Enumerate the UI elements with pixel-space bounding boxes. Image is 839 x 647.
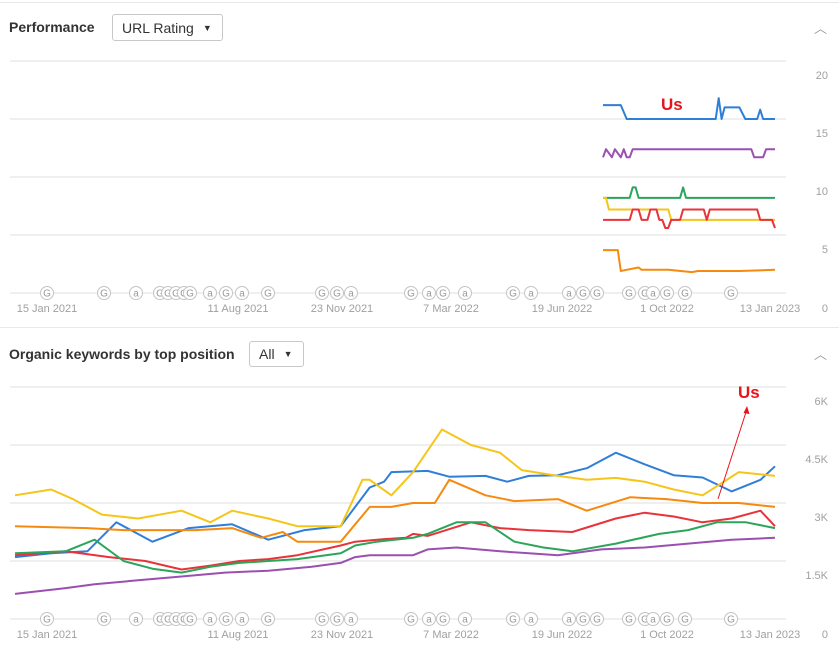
us-annotation-arrow (717, 408, 748, 500)
marker-label: a (133, 615, 139, 626)
marker-label: G (318, 615, 326, 626)
marker-label: a (528, 615, 534, 626)
marker-label: a (462, 289, 468, 300)
marker-label: a (528, 289, 534, 300)
series-line-us-blue (603, 97, 775, 120)
marker-label: G (625, 615, 633, 626)
series-line-purple (14, 536, 776, 595)
marker-label: G (579, 289, 587, 300)
marker-label: G (727, 615, 735, 626)
y-tick-label: 15 (816, 128, 828, 140)
y-tick-label: 0 (822, 303, 828, 315)
marker-label: G (264, 289, 272, 300)
charts-canvas: 20 15 10 5 0 15 Jan 2021 11 Aug 2021 23 Nov 202… (10, 60, 829, 641)
marker-label: a (239, 289, 245, 300)
marker-label: a (462, 615, 468, 626)
marker-label: a (207, 615, 213, 626)
series-line-red (603, 208, 776, 229)
x-tick-label: 11 Aug 2021 (208, 629, 269, 641)
series-line-orange (603, 249, 776, 274)
x-tick-label: 1 Oct 2022 (640, 629, 694, 641)
marker-label: G (439, 615, 447, 626)
series-line-orange (14, 478, 776, 543)
marker-label: G (43, 289, 51, 300)
marker-label: G (407, 615, 415, 626)
marker-label: a (426, 615, 432, 626)
marker-label: a (239, 615, 245, 626)
marker-label: G (100, 615, 108, 626)
marker-label: G (407, 289, 415, 300)
marker-label: G (186, 615, 194, 626)
marker-label: G (222, 615, 230, 626)
x-tick-label: 23 Nov 2021 (311, 629, 373, 641)
marker-label: G (333, 289, 341, 300)
marker-label: G (318, 289, 326, 300)
x-tick-label: 13 Jan 2023 (740, 303, 801, 315)
y-tick-label: 0 (822, 629, 828, 641)
marker-label: G (43, 615, 51, 626)
x-tick-label: 19 Jun 2022 (532, 629, 593, 641)
arrowhead-icon (743, 406, 750, 414)
y-tick-label: 4.5K (805, 454, 828, 466)
x-tick-label: 7 Mar 2022 (423, 303, 479, 315)
x-tick-label: 11 Aug 2021 (208, 303, 269, 315)
marker-label: G (186, 289, 194, 300)
marker-label: a (426, 289, 432, 300)
us-annotation-label: Us (738, 383, 760, 402)
marker-label: a (348, 289, 354, 300)
series-line-purple (602, 148, 775, 159)
y-tick-label: 3K (815, 512, 829, 524)
marker-label: G (509, 289, 517, 300)
y-tick-label: 1.5K (805, 570, 828, 582)
x-tick-label: 19 Jun 2022 (532, 303, 593, 315)
marker-label: a (133, 289, 139, 300)
x-tick-label: 15 Jan 2021 (17, 629, 78, 641)
marker-label: G (593, 289, 601, 300)
x-tick-label: 1 Oct 2022 (640, 303, 694, 315)
x-tick-label: 7 Mar 2022 (423, 629, 479, 641)
marker-label: G (727, 289, 735, 300)
marker-label: G (625, 289, 633, 300)
marker-label: G (333, 615, 341, 626)
marker-label: G (100, 289, 108, 300)
us-annotation-label: Us (661, 95, 683, 114)
marker-label: a (650, 615, 656, 626)
x-tick-label: 13 Jan 2023 (740, 629, 801, 641)
marker-label: a (207, 289, 213, 300)
y-tick-label: 10 (816, 186, 828, 198)
series-line-us-blue (14, 451, 776, 559)
marker-label: a (566, 289, 572, 300)
marker-label: a (348, 615, 354, 626)
y-tick-label: 20 (816, 70, 828, 82)
marker-label: G (681, 289, 689, 300)
marker-label: G (509, 615, 517, 626)
marker-label: G (222, 289, 230, 300)
marker-label: G (663, 615, 671, 626)
marker-label: a (650, 289, 656, 300)
marker-label: G (593, 615, 601, 626)
marker-label: G (264, 615, 272, 626)
x-tick-label: 23 Nov 2021 (311, 303, 373, 315)
marker-label: G (663, 289, 671, 300)
marker-label: a (566, 615, 572, 626)
y-tick-label: 5 (822, 244, 828, 256)
y-tick-label: 6K (815, 396, 829, 408)
x-tick-label: 15 Jan 2021 (17, 303, 78, 315)
marker-label: G (579, 615, 587, 626)
marker-label: G (681, 615, 689, 626)
series-line-green (603, 186, 775, 199)
marker-label: G (439, 289, 447, 300)
